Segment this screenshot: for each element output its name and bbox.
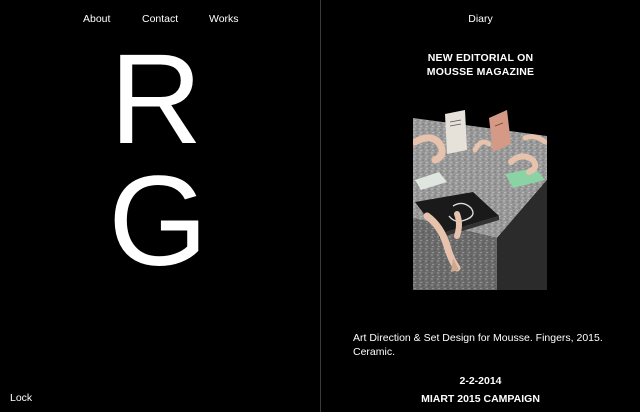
diary-headline: NEW EDITORIAL ON MOUSSE MAGAZINE: [321, 51, 640, 79]
diary-link[interactable]: Diary: [321, 12, 640, 26]
nav-about-link[interactable]: About: [83, 12, 110, 26]
headline-line-2: MOUSSE MAGAZINE: [426, 66, 535, 78]
editorial-photo[interactable]: [413, 110, 547, 290]
diary-pane: Diary NEW EDITORIAL ON MOUSSE MAGAZINE A…: [321, 0, 640, 412]
main-nav: About Contact Works: [0, 12, 320, 26]
monogram-letter-r: R: [109, 28, 203, 171]
entry-date: 2-2-2014: [459, 375, 502, 387]
next-entry-title[interactable]: MIART 2015 CAMPAIGN: [321, 393, 640, 405]
diary-caption: Art Direction & Set Design for Mousse. F…: [353, 332, 603, 358]
monogram-letter-g: G: [108, 150, 208, 293]
headline-line-1: NEW EDITORIAL ON: [427, 52, 534, 64]
nav-contact-link[interactable]: Contact: [142, 12, 178, 26]
nav-works-link[interactable]: Works: [209, 12, 239, 26]
lock-link[interactable]: Lock: [10, 392, 32, 404]
left-pane: About Contact Works R G Lock: [0, 0, 320, 412]
